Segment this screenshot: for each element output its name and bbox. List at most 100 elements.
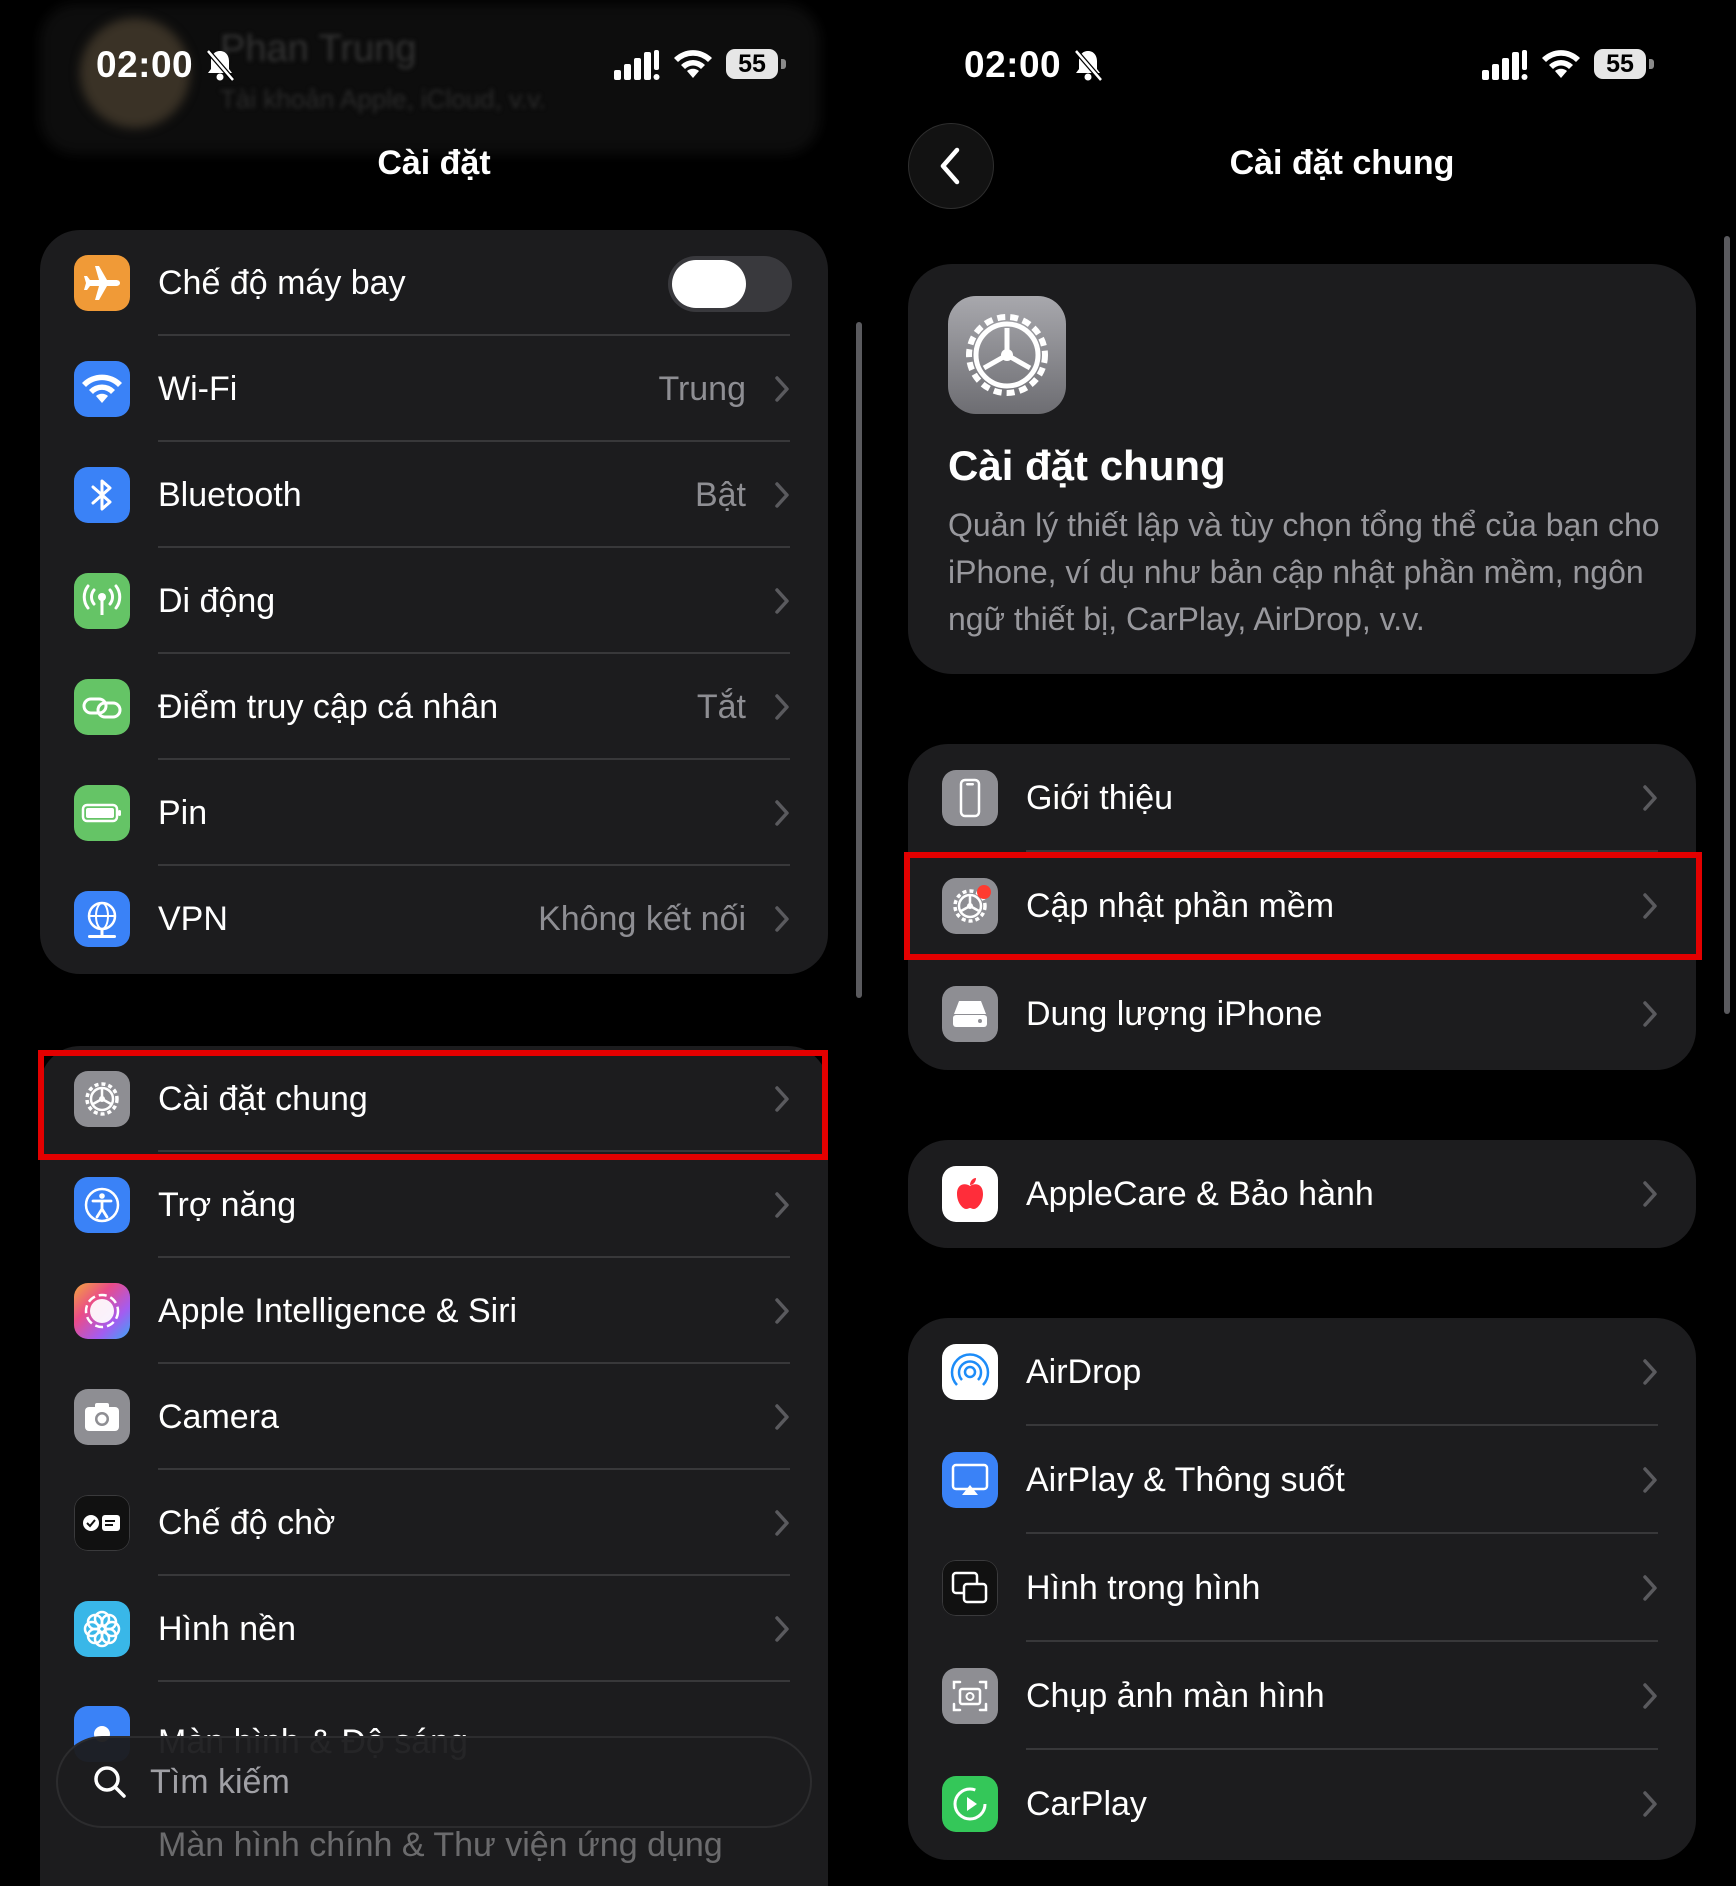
carplay-icon <box>942 1776 998 1832</box>
row-label: Chụp ảnh màn hình <box>1026 1677 1325 1715</box>
screenshot-icon <box>942 1668 998 1724</box>
chevron-right-icon <box>1643 1683 1657 1709</box>
battery-icon <box>74 785 130 841</box>
storage-icon <box>942 986 998 1042</box>
chevron-right-icon <box>1643 1001 1657 1027</box>
chevron-right-icon <box>775 1298 789 1324</box>
battery-level: 55 <box>726 49 778 79</box>
chevron-right-icon <box>775 482 789 508</box>
scrollbar[interactable] <box>856 322 862 998</box>
row-applecare[interactable]: AppleCare & Bảo hành <box>908 1140 1696 1248</box>
status-time: 02:00 <box>964 44 1062 85</box>
row-iphone-storage[interactable]: Dung lượng iPhone <box>908 960 1696 1068</box>
general-settings-screen: 02:00 55 Cài đặt chung Cài đặt chung Quả… <box>868 0 1736 1886</box>
page-title: Cài đặt <box>377 144 491 182</box>
row-about[interactable]: Giới thiệu <box>908 744 1696 852</box>
row-value: Không kết nối <box>538 900 746 938</box>
airdrop-group: AirDrop AirPlay & Thông suốt Hình trong … <box>908 1318 1696 1860</box>
row-value: Tắt <box>696 688 746 726</box>
airplay-icon <box>942 1452 998 1508</box>
hotspot-icon <box>74 679 130 735</box>
status-bar: 02:00 55 <box>0 38 868 88</box>
highlight-box <box>904 852 1702 960</box>
row-wallpaper[interactable]: Hình nền <box>40 1576 828 1682</box>
chevron-right-icon <box>775 1616 789 1642</box>
row-label: Apple Intelligence & Siri <box>158 1292 518 1330</box>
row-label: AirPlay & Thông suốt <box>1026 1461 1345 1499</box>
search-field[interactable]: Tìm kiếm <box>56 1736 812 1828</box>
chevron-right-icon <box>775 694 789 720</box>
row-bluetooth[interactable]: Bluetooth Bật <box>40 442 828 548</box>
row-label: Chế độ máy bay <box>158 264 406 302</box>
status-time: 02:00 <box>96 44 194 85</box>
scrollbar[interactable] <box>1724 236 1730 1014</box>
cellular-signal-icon <box>1482 50 1528 80</box>
row-screenshot[interactable]: Chụp ảnh màn hình <box>908 1642 1696 1750</box>
wifi-status-icon <box>674 50 712 78</box>
toggle-knob <box>672 260 746 308</box>
row-airplay[interactable]: AirPlay & Thông suốt <box>908 1426 1696 1534</box>
row-label: Wi-Fi <box>158 370 238 408</box>
search-icon <box>94 1766 126 1798</box>
row-airdrop[interactable]: AirDrop <box>908 1318 1696 1426</box>
status-bar: 02:00 55 <box>868 38 1736 88</box>
chevron-right-icon <box>1643 785 1657 811</box>
search-placeholder: Tìm kiếm <box>150 1763 290 1801</box>
row-label: Hình trong hình <box>1026 1569 1261 1607</box>
row-label: CarPlay <box>1026 1785 1147 1823</box>
row-value: Bật <box>694 476 746 514</box>
row-vpn[interactable]: VPN Không kết nối <box>40 866 828 972</box>
row-standby[interactable]: Chế độ chờ <box>40 1470 828 1576</box>
row-display-brightness[interactable]: Màn hình & Độ sáng <box>40 1682 828 1762</box>
wallpaper-icon <box>74 1601 130 1657</box>
profile-subtitle: Tài khoản Apple, iCloud, v.v. <box>220 84 546 114</box>
row-label: VPN <box>158 900 228 938</box>
battery-indicator: 55 <box>1594 49 1656 79</box>
row-airplane-mode[interactable]: Chế độ máy bay <box>40 230 828 336</box>
row-label: Chế độ chờ <box>158 1504 336 1542</box>
standby-icon <box>74 1495 130 1551</box>
row-cellular[interactable]: Di động <box>40 548 828 654</box>
row-apple-intelligence-siri[interactable]: Apple Intelligence & Siri <box>40 1258 828 1364</box>
chevron-right-icon <box>775 376 789 402</box>
bell-slash-icon <box>1074 49 1103 82</box>
general-hero-card: Cài đặt chung Quản lý thiết lập và tùy c… <box>908 264 1696 674</box>
chevron-right-icon <box>1643 1181 1657 1207</box>
row-carplay[interactable]: CarPlay <box>908 1750 1696 1858</box>
bell-slash-icon <box>206 49 235 82</box>
chevron-right-icon <box>775 906 789 932</box>
row-label: AppleCare & Bảo hành <box>1026 1175 1374 1213</box>
row-camera[interactable]: Camera <box>40 1364 828 1470</box>
row-label: Trợ năng <box>158 1186 297 1224</box>
battery-nub <box>1649 59 1654 69</box>
camera-icon <box>74 1389 130 1445</box>
gear-icon <box>948 296 1066 414</box>
phone-icon <box>942 770 998 826</box>
cellular-icon <box>74 573 130 629</box>
row-label: Pin <box>158 794 208 832</box>
row-label: Dung lượng iPhone <box>1026 995 1323 1033</box>
chevron-right-icon <box>1643 1575 1657 1601</box>
airplane-mode-toggle[interactable] <box>668 256 792 312</box>
chevron-right-icon <box>775 800 789 826</box>
row-battery[interactable]: Pin <box>40 760 828 866</box>
settings-screen: Phan Trung Tài khoản Apple, iCloud, v.v.… <box>0 0 868 1886</box>
row-label: Hình nền <box>158 1610 296 1648</box>
row-label: Giới thiệu <box>1026 779 1174 817</box>
page-title: Cài đặt chung <box>1229 144 1455 182</box>
hero-description: Quản lý thiết lập và tùy chọn tổng thể c… <box>948 507 1660 637</box>
row-label: Di động <box>158 582 276 620</box>
row-personal-hotspot[interactable]: Điểm truy cập cá nhân Tắt <box>40 654 828 760</box>
row-accessibility[interactable]: Trợ năng <box>40 1152 828 1258</box>
row-wifi[interactable]: Wi-Fi Trung <box>40 336 828 442</box>
row-label: Camera <box>158 1398 279 1436</box>
wifi-status-icon <box>1542 50 1580 78</box>
accessibility-icon <box>74 1177 130 1233</box>
chevron-right-icon <box>1643 1791 1657 1817</box>
vpn-icon <box>74 891 130 947</box>
airdrop-icon <box>942 1344 998 1400</box>
battery-nub <box>781 59 786 69</box>
row-picture-in-picture[interactable]: Hình trong hình <box>908 1534 1696 1642</box>
chevron-right-icon <box>775 1510 789 1536</box>
siri-icon <box>74 1283 130 1339</box>
